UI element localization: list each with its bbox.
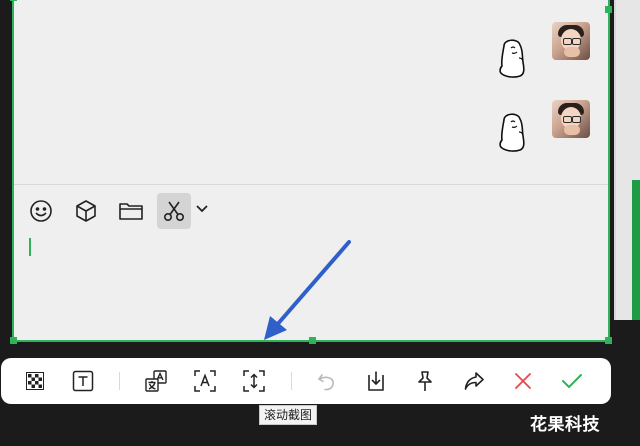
text-icon (72, 370, 94, 392)
undo-button[interactable] (313, 367, 341, 395)
confirm-icon (562, 374, 582, 388)
text-button[interactable] (69, 367, 97, 395)
scroll-capture-tooltip: 滚动截图 (259, 405, 318, 425)
translate-button[interactable] (142, 367, 170, 395)
scroll-capture-button[interactable] (240, 367, 268, 395)
mosaic-button[interactable] (21, 367, 49, 395)
text-recognition-button[interactable] (191, 367, 219, 395)
share-button[interactable] (460, 367, 488, 395)
translate-icon (145, 370, 167, 392)
mosaic-icon (26, 372, 44, 390)
toolbar-separator (291, 372, 292, 390)
text-recognition-icon (194, 370, 216, 392)
save-button[interactable] (362, 367, 390, 395)
scroll-capture-icon (243, 370, 265, 392)
close-icon (515, 373, 531, 389)
share-icon (464, 372, 484, 390)
close-button[interactable] (509, 367, 537, 395)
save-icon (368, 371, 384, 391)
pin-button[interactable] (411, 367, 439, 395)
pin-icon (418, 371, 432, 391)
toolbar-separator (119, 372, 120, 390)
confirm-button[interactable] (558, 367, 586, 395)
undo-icon (317, 374, 334, 391)
watermark: 花果科技 (530, 415, 600, 434)
screenshot-toolbar (1, 358, 611, 404)
